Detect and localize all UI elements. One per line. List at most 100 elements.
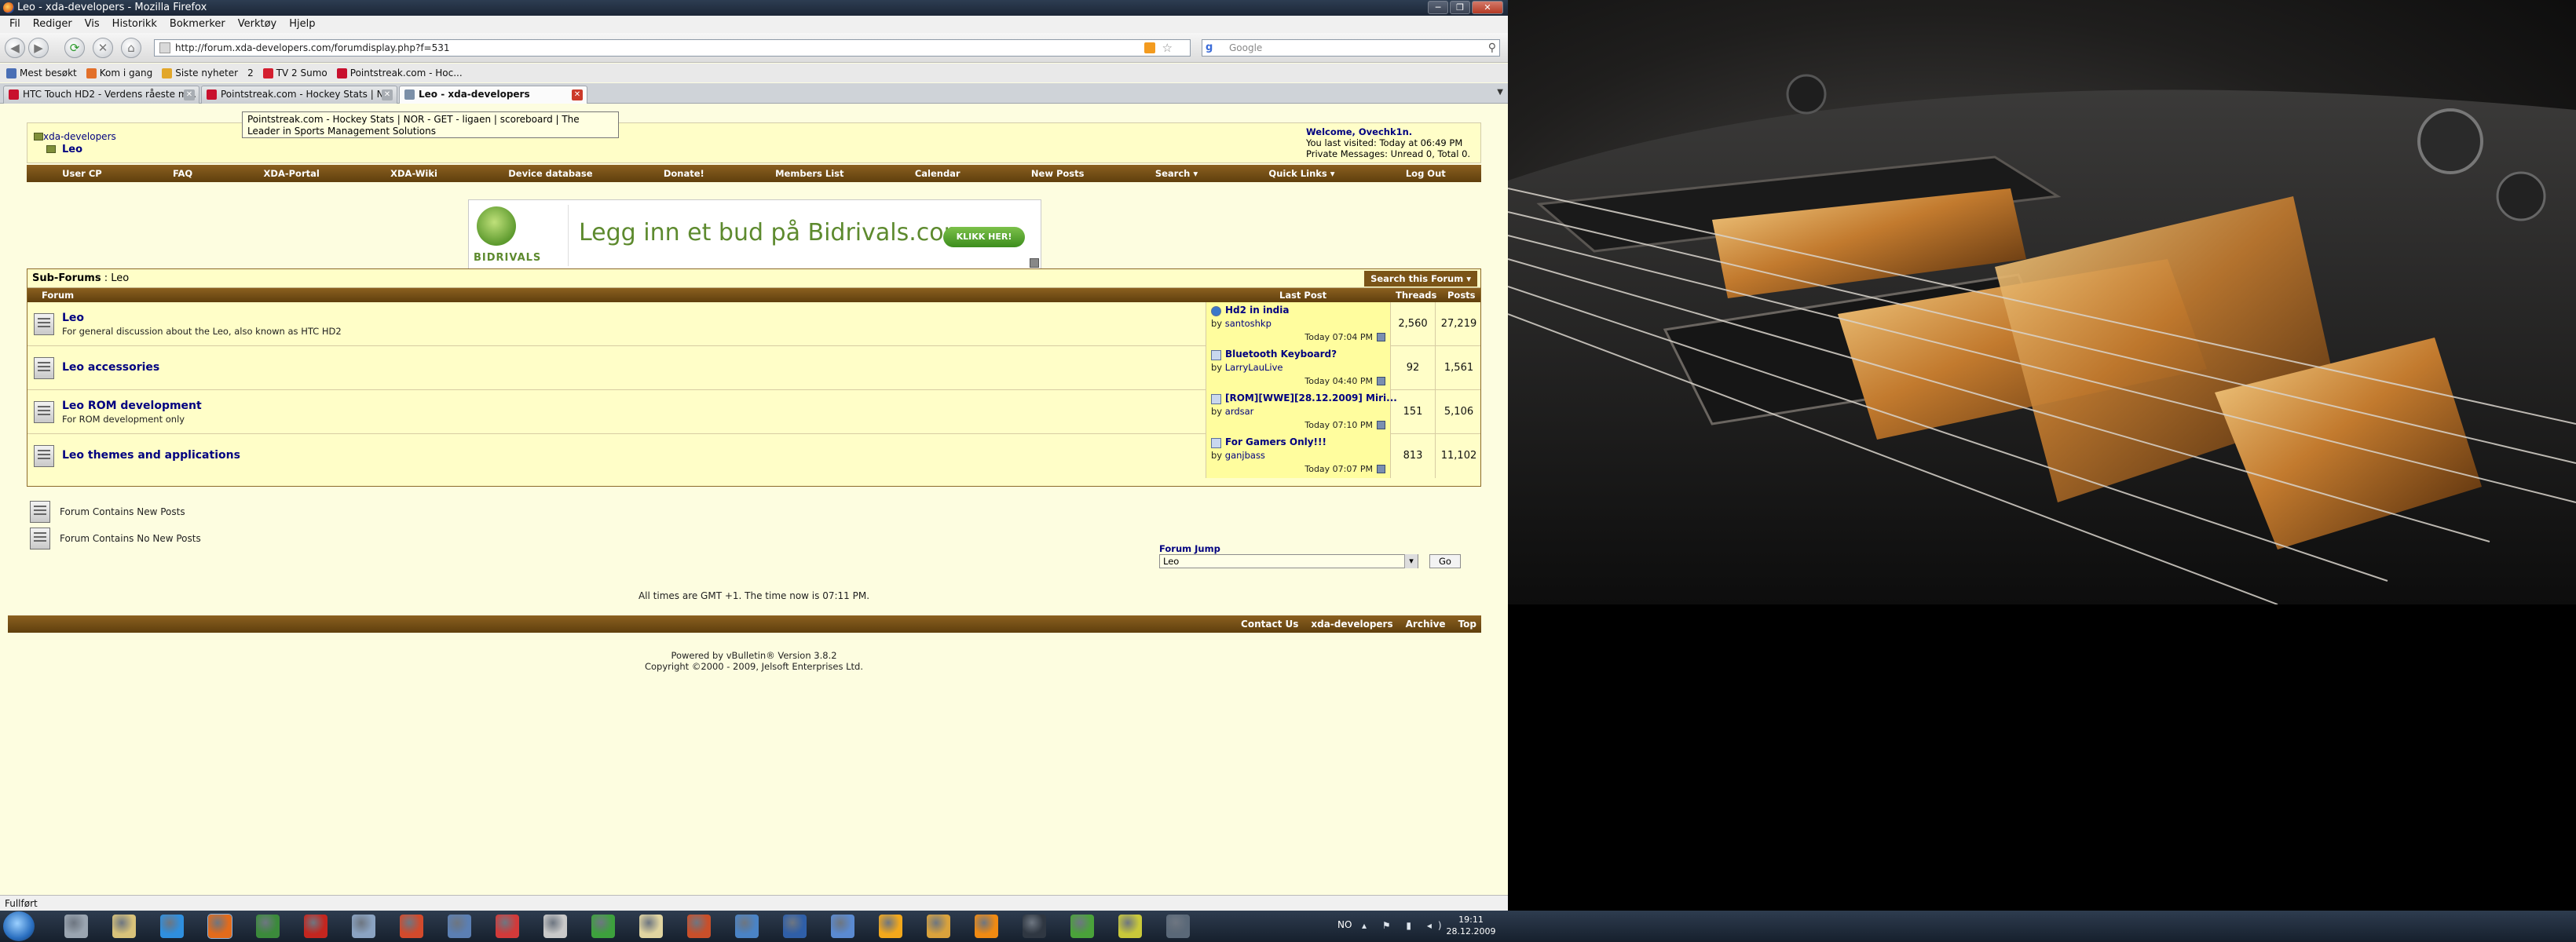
menu-tools[interactable]: Verktøy [232, 16, 284, 33]
notes-app-icon[interactable] [639, 915, 663, 938]
bookmark-item[interactable]: Kom i gang [83, 64, 156, 82]
footer-xda-developers[interactable]: xda-developers [1311, 615, 1392, 633]
clock[interactable]: 19:11 28.12.2009 [1445, 914, 1497, 937]
nav-xda-wiki[interactable]: XDA-Wiki [390, 168, 437, 179]
vlc-app-icon[interactable] [975, 915, 998, 938]
nav-calendar[interactable]: Calendar [915, 168, 961, 179]
stop-icon[interactable]: ✕ [93, 38, 113, 58]
rss-feed-icon[interactable] [1144, 42, 1155, 53]
menu-file[interactable]: Fil [3, 16, 27, 33]
utorrent-app-icon[interactable] [1070, 915, 1094, 938]
footer-top[interactable]: Top [1458, 615, 1476, 633]
sun-app-icon[interactable] [879, 915, 902, 938]
bookmark-item[interactable]: Siste nyheter [159, 64, 241, 82]
folder-app-icon[interactable] [112, 915, 136, 938]
start-button[interactable] [3, 911, 35, 941]
nav-quick-links[interactable]: Quick Links ▾ [1268, 168, 1334, 179]
last-post-title[interactable]: For Gamers Only!!! [1225, 436, 1326, 447]
media-app-icon[interactable] [400, 915, 423, 938]
last-post-title[interactable]: Hd2 in india [1225, 305, 1289, 316]
menu-view[interactable]: Vis [79, 16, 106, 33]
ie-app-icon[interactable] [160, 915, 184, 938]
last-post-title[interactable]: [ROM][WWE][28.12.2009] Miri... [1225, 392, 1397, 403]
tab-pointstreak[interactable]: Pointstreak.com - Hockey Stats | N... ✕ [201, 86, 397, 104]
nav-user-cp[interactable]: User CP [62, 168, 102, 179]
system-tray-icons[interactable]: ▴ ⚑ ▮ ◂) [1362, 920, 1448, 931]
breadcrumb-current[interactable]: Leo [62, 144, 82, 155]
go-to-last-post-icon[interactable] [1377, 377, 1385, 385]
home-icon[interactable]: ⌂ [121, 38, 141, 58]
footer-contact-us[interactable]: Contact Us [1241, 615, 1298, 633]
ad-banner[interactable]: BIDRIVALS Legg inn et bud på Bidrivals.c… [468, 199, 1041, 270]
firefox-app-icon[interactable] [207, 914, 232, 939]
site-identity-icon[interactable] [159, 42, 170, 53]
bookmark-item[interactable]: Pointstreak.com - Hoc... [334, 64, 466, 82]
game-app-icon[interactable] [496, 915, 519, 938]
tab-close-icon[interactable]: ✕ [382, 89, 393, 100]
nav-xda-portal[interactable]: XDA-Portal [264, 168, 320, 179]
maximize-button[interactable]: ❐ [1450, 1, 1470, 14]
search-forum-button[interactable]: Search this Forum ▾ [1364, 271, 1477, 287]
close-window-button[interactable]: ✕ [1472, 1, 1503, 14]
url-bar[interactable]: http://forum.xda-developers.com/forumdis… [154, 39, 1191, 57]
tab-close-icon[interactable]: ✕ [184, 89, 195, 100]
ad-info-icon[interactable] [1030, 258, 1039, 268]
tool-app-icon[interactable] [543, 915, 567, 938]
tab-list-icon[interactable]: ▼ [1497, 88, 1503, 97]
last-post-title[interactable]: Bluetooth Keyboard? [1225, 349, 1337, 360]
nav-new-posts[interactable]: New Posts [1031, 168, 1085, 179]
bookmark-item[interactable]: TV 2 Sumo [260, 64, 331, 82]
breadcrumb-root[interactable]: xda-developers [43, 131, 116, 142]
window-titlebar[interactable]: Leo - xda-developers - Mozilla Firefox ─… [0, 0, 1508, 16]
disc-app-icon[interactable] [1118, 915, 1142, 938]
language-indicator[interactable]: NO [1337, 919, 1352, 930]
google-icon[interactable]: g [1206, 42, 1224, 54]
explorer-app-icon[interactable] [64, 915, 88, 938]
pin-app-icon[interactable] [831, 915, 854, 938]
pencil-app-icon[interactable] [927, 915, 950, 938]
mail-app-icon[interactable] [304, 915, 327, 938]
nav-donate[interactable]: Donate! [664, 168, 704, 179]
forum-link[interactable]: Leo themes and applications [62, 449, 240, 462]
nav-device-database[interactable]: Device database [508, 168, 592, 179]
monitor-app-icon[interactable] [448, 915, 471, 938]
private-messages[interactable]: Private Messages: Unread 0, Total 0. [1306, 148, 1480, 159]
minimize-button[interactable]: ─ [1428, 1, 1448, 14]
forum-link[interactable]: Leo [62, 312, 84, 324]
menu-help[interactable]: Hjelp [283, 16, 321, 33]
menu-edit[interactable]: Rediger [27, 16, 79, 33]
pen-app-icon[interactable] [1023, 915, 1046, 938]
nav-log-out[interactable]: Log Out [1406, 168, 1446, 179]
doc-app-icon[interactable] [352, 915, 375, 938]
globe-app-icon[interactable] [783, 915, 807, 938]
menu-bookmarks[interactable]: Bokmerker [163, 16, 232, 33]
nav-search[interactable]: Search ▾ [1155, 168, 1198, 179]
tab-leo-xda[interactable]: Leo - xda-developers ✕ [399, 86, 587, 104]
forum-link[interactable]: Leo accessories [62, 361, 159, 374]
bookmark-star-icon[interactable]: ☆ [1162, 40, 1173, 56]
bookmark-item[interactable]: 2 [244, 64, 257, 82]
tab-htc-touch[interactable]: HTC Touch HD2 - Verdens råeste m... ✕ [3, 86, 199, 104]
reload-icon[interactable]: ⟳ [64, 38, 85, 58]
tab-close-icon[interactable]: ✕ [572, 89, 583, 100]
grid-app-icon[interactable] [735, 915, 759, 938]
wallpaper-app-icon[interactable] [1166, 915, 1190, 938]
game2-app-icon[interactable] [591, 915, 615, 938]
search-icon[interactable]: ⚲ [1488, 40, 1496, 56]
back-arrow-icon[interactable]: ◀ [5, 38, 25, 58]
go-to-last-post-icon[interactable] [1377, 333, 1385, 341]
footer-archive[interactable]: Archive [1406, 615, 1446, 633]
nav-faq[interactable]: FAQ [173, 168, 192, 179]
go-to-last-post-icon[interactable] [1377, 421, 1385, 429]
forum-link[interactable]: Leo ROM development [62, 400, 202, 412]
bookmark-item[interactable]: Mest besøkt [3, 64, 80, 82]
forum-jump-select[interactable]: Leo [1159, 554, 1418, 568]
network-app-icon[interactable] [256, 915, 280, 938]
ad-cta-button[interactable]: KLIKK HER! [943, 227, 1025, 247]
menu-history[interactable]: Historikk [106, 16, 163, 33]
search-input[interactable]: g Google ⚲ [1202, 39, 1500, 57]
go-to-last-post-icon[interactable] [1377, 465, 1385, 473]
forum-jump-go-button[interactable]: Go [1429, 554, 1461, 568]
box-app-icon[interactable] [687, 915, 711, 938]
nav-members-list[interactable]: Members List [775, 168, 843, 179]
